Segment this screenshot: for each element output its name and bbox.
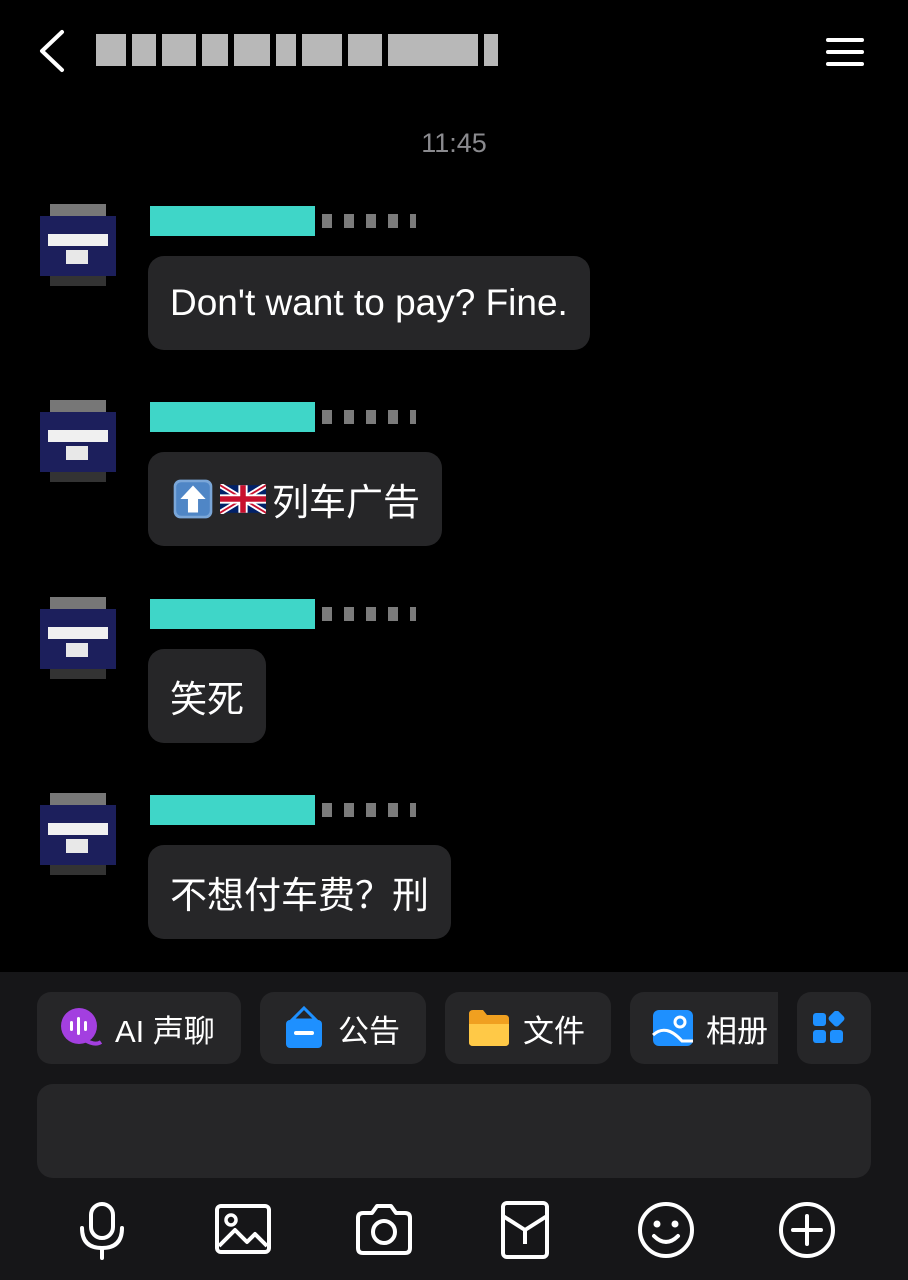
sender-tag-redacted [322,410,416,424]
avatar[interactable] [36,793,120,877]
ai-voice-chat-button[interactable]: AI 声聊 [37,992,241,1064]
quick-action-label: 公告 [338,1013,400,1049]
sender-name-redacted [150,206,315,236]
microphone-icon[interactable] [70,1198,134,1262]
album-icon [652,1010,693,1046]
sender-tag-redacted [322,607,416,621]
camera-icon[interactable] [352,1198,416,1262]
sender-name-redacted [150,402,315,432]
quick-action-label: 文件 [523,1013,585,1049]
message-bubble[interactable]: Don't want to pay? Fine. [148,256,590,350]
quick-action-label: AI 声聊 [115,1013,215,1049]
quick-action-label: 相册 [706,1013,768,1049]
message-bubble[interactable]: 不想付车费？刑 [148,845,451,939]
message-row: 列车广告 [0,400,908,570]
ai-voice-icon [61,1008,103,1046]
message-bubble[interactable]: 列车广告 [148,452,442,546]
emoji-icon[interactable] [634,1198,698,1262]
avatar[interactable] [36,400,120,484]
sender-tag-redacted [322,214,416,228]
folder-icon [469,1010,509,1046]
announcement-button[interactable]: 公告 [260,992,426,1064]
message-text: Don't want to pay? Fine. [170,282,568,323]
message-input[interactable] [37,1084,871,1178]
sender-name-redacted [150,599,315,629]
message-row: 笑死 [0,597,908,767]
files-button[interactable]: 文件 [445,992,611,1064]
message-timestamp: 11:45 [421,128,487,158]
chat-header [0,0,908,105]
plus-icon[interactable] [775,1198,839,1262]
album-button[interactable]: 相册 [630,992,778,1064]
message-bubble[interactable]: 笑死 [148,649,266,743]
avatar[interactable] [36,597,120,681]
menu-icon[interactable] [824,34,868,70]
chat-title-redacted [96,30,498,70]
red-packet-icon[interactable] [493,1198,557,1262]
message-row: 不想付车费？刑 [0,793,908,963]
image-icon[interactable] [211,1198,275,1262]
apps-grid-icon [813,1011,845,1043]
message-text: 笑死 [170,679,244,720]
sender-tag-redacted [322,803,416,817]
back-icon[interactable] [30,26,74,76]
announcement-icon [286,1006,322,1048]
more-apps-button[interactable] [797,992,871,1064]
uk-flag-emoji-icon [220,484,266,514]
message-row: Don't want to pay? Fine. [0,204,908,374]
up-arrow-emoji-icon [173,479,213,519]
sender-name-redacted [150,795,315,825]
message-text: 不想付车费？刑 [170,875,429,916]
message-text: 列车广告 [272,482,420,523]
avatar[interactable] [36,204,120,288]
